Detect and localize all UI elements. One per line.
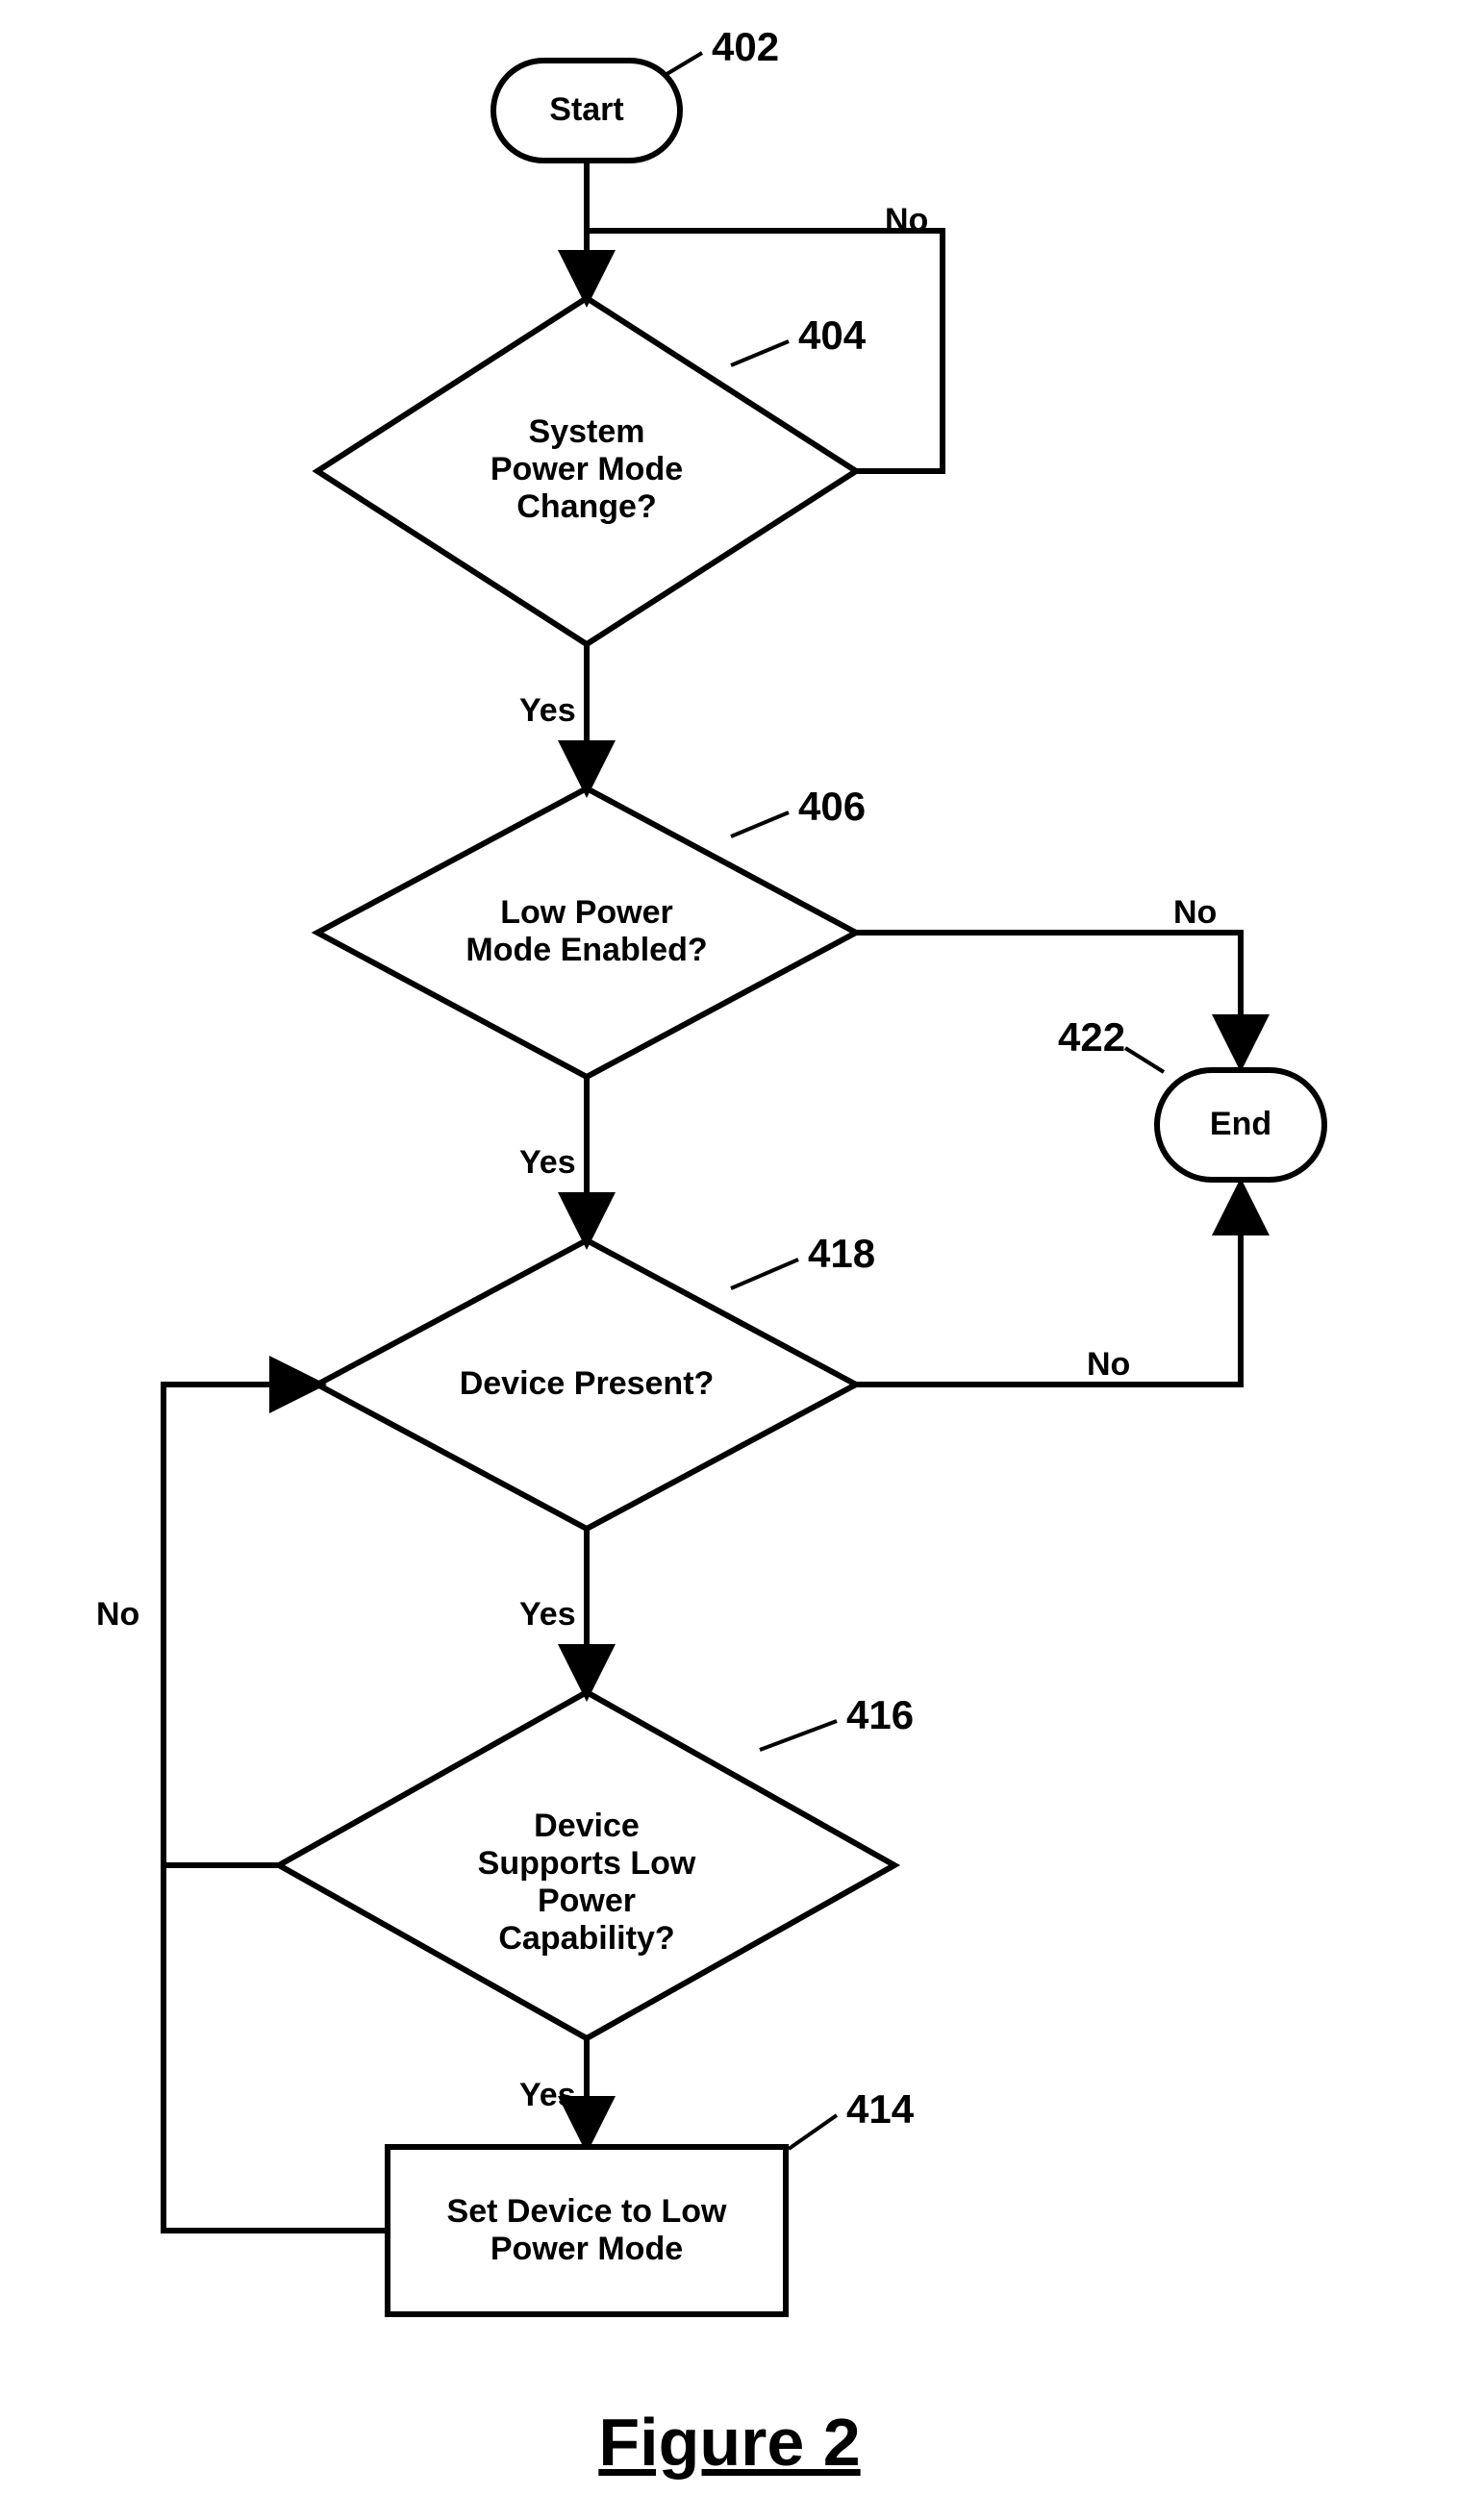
ref-406: 406 [798,784,866,830]
process-414: Set Device to Low Power Mode [385,2144,789,2317]
figure-title: Figure 2 [0,2404,1459,2481]
ref-416: 416 [846,1692,914,1738]
end-node: End [1154,1067,1327,1183]
decision-416-label: Device Supports Low Power Capability? [442,1808,731,1958]
edge-406-yes: Yes [519,1144,576,1182]
edge-404-yes: Yes [519,692,576,730]
edge-406-no: No [1173,894,1217,932]
decision-404-label: System Power Mode Change? [442,413,731,526]
start-label: Start [549,91,623,129]
ref-414: 414 [846,2086,914,2133]
flowchart-canvas: Start 402 System Power Mode Change? 404 … [0,0,1459,2520]
ref-402: 402 [712,24,779,70]
edge-416-yes: Yes [519,2077,576,2114]
end-label: End [1210,1106,1271,1143]
ref-404: 404 [798,312,866,359]
edge-416-no: No [96,1596,139,1634]
ref-422: 422 [1058,1014,1125,1060]
decision-418-label: Device Present? [442,1365,731,1403]
ref-418: 418 [808,1231,875,1277]
edge-404-no: No [885,202,928,239]
start-node: Start [491,58,683,163]
decision-406-label: Low Power Mode Enabled? [442,894,731,969]
edge-418-no: No [1087,1346,1130,1384]
edge-418-yes: Yes [519,1596,576,1634]
process-414-label: Set Device to Low Power Mode [447,2193,727,2268]
flowchart-svg [0,0,1459,2520]
